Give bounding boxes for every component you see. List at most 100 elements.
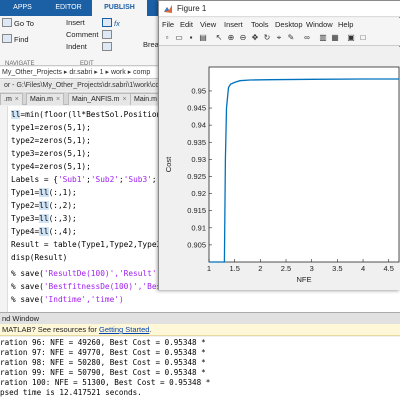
function-icon xyxy=(102,18,112,27)
x-tick-label: 4 xyxy=(361,264,365,273)
new-figure-icon[interactable]: ▫ xyxy=(162,33,172,43)
output-line: ration 97: NFE = 49770, Best Cost = 0.95… xyxy=(0,348,206,357)
x-tick-label: 3.5 xyxy=(332,264,342,273)
zoom-out-icon[interactable]: ⊖ xyxy=(238,33,248,43)
y-tick-label: 0.94 xyxy=(191,121,206,130)
tab-editor[interactable]: EDITOR xyxy=(46,0,91,16)
matlab-logo-icon xyxy=(164,5,172,13)
editor-tab-label: Main.m xyxy=(30,96,53,103)
editor-tab-label: Main_ANFIS.m xyxy=(72,96,120,103)
goto-icon xyxy=(2,18,12,27)
code-text: (:,1); xyxy=(48,188,77,197)
editor-tab-label: Main.m xyxy=(134,96,157,103)
cost-plot[interactable]: 1 1.5 2 2.5 3 3.5 4 4.5 0.905 0.91 0.915 0.92 0.925 0… xyxy=(159,47,400,290)
comment-label: Comment xyxy=(66,30,99,39)
editor-tab[interactable]: Main_ANFIS.m × xyxy=(68,93,131,105)
menu-window[interactable]: Window xyxy=(306,18,333,31)
close-icon[interactable]: × xyxy=(56,96,60,103)
code-line: Type1=ll(:,1); xyxy=(11,188,77,197)
goto-label: Go To xyxy=(14,19,34,28)
indent-label: Indent xyxy=(66,42,87,51)
command-window-title: nd Window xyxy=(0,312,400,324)
code-comment: % save('BestfitnessDe(100)','Bes xyxy=(11,282,161,291)
datacursor-icon[interactable]: ⌖ xyxy=(274,33,284,43)
goto-button[interactable]: Go To xyxy=(2,18,34,28)
getting-started-link[interactable]: Getting Started xyxy=(99,325,149,334)
figure-menu-bar: File Edit View Insert Tools Desktop Wind… xyxy=(159,18,400,31)
figure-title-bar[interactable]: Figure 1 xyxy=(159,1,400,17)
indent-icon xyxy=(102,42,112,51)
grid-icon[interactable]: ▣ xyxy=(346,33,356,43)
brush-icon[interactable]: ✎ xyxy=(286,33,296,43)
comment-button[interactable]: Comment xyxy=(66,30,99,39)
menu-help[interactable]: Help xyxy=(338,18,353,31)
code-variable: ll xyxy=(11,110,21,119)
code-line: type4=zeros(5,1); xyxy=(11,162,91,171)
editor-gutter[interactable] xyxy=(0,106,8,312)
code-line: Type2=ll(:,2); xyxy=(11,201,77,210)
y-tick-label: 0.935 xyxy=(187,138,206,147)
menu-edit[interactable]: Edit xyxy=(180,18,193,31)
legend-icon[interactable]: ▦ xyxy=(330,33,340,43)
editor-tab[interactable]: Main.m xyxy=(130,93,161,105)
indent-button[interactable]: Indent xyxy=(66,42,87,51)
zoom-in-icon[interactable]: ⊕ xyxy=(226,33,236,43)
y-tick-label: 0.95 xyxy=(191,86,206,95)
output-line: ration 100: NFE = 51300, Best Cost = 0.9… xyxy=(0,378,211,387)
code-text: % save( xyxy=(11,269,44,278)
menu-view[interactable]: View xyxy=(200,18,216,31)
figure-canvas[interactable]: 1 1.5 2 2.5 3 3.5 4 4.5 0.905 0.91 0.915 0.92 0.925 0… xyxy=(159,47,400,290)
print-icon[interactable]: ▤ xyxy=(198,33,208,43)
code-text: Labels = { xyxy=(11,175,58,184)
figure-toolbar: ▫ ▭ ▪ ▤ ↖ ⊕ ⊖ ✥ ↻ ⌖ ✎ ∞ ▥ ▦ ▣ □ xyxy=(159,31,400,46)
y-tick-label: 0.915 xyxy=(187,206,206,215)
output-line: ration 98: NFE = 50280, Best Cost = 0.95… xyxy=(0,358,206,367)
arrow-icon[interactable]: ↖ xyxy=(214,33,224,43)
menu-file[interactable]: File xyxy=(162,18,174,31)
code-text: (:,3); xyxy=(48,214,77,223)
y-tick-label: 0.905 xyxy=(187,240,206,249)
menu-tools[interactable]: Tools xyxy=(251,18,269,31)
code-text: Type2= xyxy=(11,201,40,210)
code-text: Type4= xyxy=(11,227,40,236)
figure-window[interactable]: Figure 1 File Edit View Insert Tools Des… xyxy=(158,0,400,290)
code-line: disp(Result) xyxy=(11,253,68,262)
code-line: Type4=ll(:,4); xyxy=(11,227,77,236)
rotate-icon[interactable]: ↻ xyxy=(262,33,272,43)
code-text: =min(floor(ll*BestSol.Position xyxy=(20,110,162,119)
dock-icon[interactable]: □ xyxy=(358,33,368,43)
code-variable: ll xyxy=(39,214,49,223)
command-window-output[interactable]: ration 96: NFE = 49260, Best Cost = 0.95… xyxy=(0,337,400,400)
indent-toggle-button[interactable] xyxy=(102,42,114,52)
y-tick-label: 0.925 xyxy=(187,172,206,181)
output-line: ration 99: NFE = 50790, Best Cost = 0.95… xyxy=(0,368,206,377)
comment-toggle-button[interactable] xyxy=(102,30,114,40)
pan-icon[interactable]: ✥ xyxy=(250,33,260,43)
axes-box[interactable] xyxy=(208,66,400,263)
menu-desktop[interactable]: Desktop xyxy=(275,18,303,31)
tab-publish[interactable]: PUBLISH xyxy=(92,0,147,16)
colorbar-icon[interactable]: ▥ xyxy=(318,33,328,43)
x-tick-label: 2 xyxy=(258,264,262,273)
editor-tab[interactable]: Main.m × xyxy=(26,93,65,105)
code-text: (:,4); xyxy=(48,227,77,236)
editor-tab-label: .m xyxy=(4,96,12,103)
close-icon[interactable]: × xyxy=(122,96,126,103)
insert-label: Insert xyxy=(66,18,85,27)
code-text: (:,2); xyxy=(48,201,77,210)
close-icon[interactable]: × xyxy=(15,96,19,103)
editor-tab[interactable]: .m × xyxy=(0,93,23,105)
save-icon[interactable]: ▪ xyxy=(186,33,196,43)
insert-button[interactable]: Insert xyxy=(66,18,85,27)
find-button[interactable]: Find xyxy=(2,34,29,44)
fx-button[interactable]: fx xyxy=(102,18,120,28)
code-variable: ll xyxy=(39,188,49,197)
open-icon[interactable]: ▭ xyxy=(174,33,184,43)
link-icon[interactable]: ∞ xyxy=(302,33,312,43)
code-line: type2=zeros(5,1); xyxy=(11,136,91,145)
tab-apps[interactable]: APPS xyxy=(0,0,45,16)
output-line: ration 96: NFE = 49260, Best Cost = 0.95… xyxy=(0,338,206,347)
info-text: MATLAB? See resources for xyxy=(2,325,99,334)
x-tick-label: 4.5 xyxy=(384,264,394,273)
menu-insert[interactable]: Insert xyxy=(224,18,243,31)
